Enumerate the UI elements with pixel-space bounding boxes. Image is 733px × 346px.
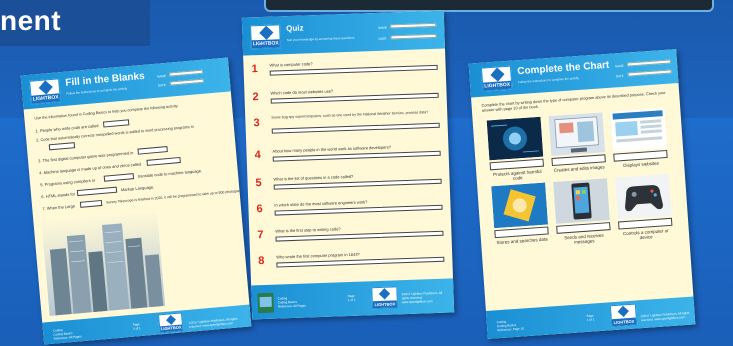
fill-in-the-blanks-sheet: LIGHTBOX Fill in the Blanks Follow the i… [20, 57, 252, 345]
blank-item: 3. The first digital computer game was p… [37, 150, 134, 164]
chart-caption: Displays websites [623, 160, 660, 169]
question-text: Which code do most websites use? [270, 88, 334, 96]
database-image [491, 182, 549, 229]
footer-page: Page 1 of 1 [348, 294, 356, 302]
question-text: In which state do the most software engi… [274, 199, 368, 208]
question-text: What is the first step to writing code? [275, 226, 341, 234]
chart-caption: Controls a computer or device [622, 228, 669, 241]
question-text: Who wrote the first computer program in … [276, 251, 360, 260]
image-editing-image [548, 112, 606, 157]
question-text: What is computer code? [269, 61, 313, 68]
blank-item: Markup Language. [120, 184, 155, 193]
footer-series: Coding Coding Basics Reference: All Page… [278, 296, 306, 308]
lightbox-logo: LIGHTBOX [480, 65, 513, 92]
question-number: 1 [251, 63, 258, 76]
chart-caption: Protects against harmful code [492, 168, 542, 181]
answer-box[interactable] [137, 146, 168, 155]
answer-box[interactable] [146, 156, 181, 166]
name-label: NAME [157, 73, 167, 79]
footer-logo: LIGHTBOX [371, 286, 399, 310]
virus-code-image [486, 116, 544, 161]
answer-box[interactable] [103, 173, 135, 182]
logo-diamond-icon [490, 67, 505, 82]
blank-item: 6. HTML stands for [41, 191, 76, 200]
logo-text: LIGHTBOX [160, 324, 183, 333]
blank-item: translate code to machine language. [137, 168, 203, 179]
date-label: DATE [615, 73, 624, 79]
footer-copyright: ©2017 Lightbox Publishers. All rights re… [401, 290, 443, 305]
question-text: Some bug spy supercomputers, such as one… [271, 110, 429, 120]
question-number: 2 [252, 91, 259, 104]
blank-item: 7. When the Large [42, 203, 76, 212]
answer-box[interactable] [76, 186, 118, 197]
question-number: 4 [254, 149, 261, 162]
footer-page-value: 1 of 1 [347, 297, 356, 303]
date-label: DATE [157, 82, 166, 88]
heading-panel: nent [0, 0, 150, 46]
logo-diamond-icon [617, 305, 629, 318]
footer-page: Page 1 of 1 [586, 313, 595, 322]
page-heading: nent [0, 5, 62, 36]
question-number: 5 [255, 177, 262, 190]
logo-text: LIGHTBOX [482, 80, 512, 91]
quiz-sheet: LIGHTBOX Quiz Test your knowledge by ans… [241, 10, 455, 320]
city-skyline-image [41, 210, 166, 316]
lightbox-logo: LIGHTBOX [29, 78, 62, 105]
date-label: DATE [378, 36, 387, 41]
footer-series: Coding Coding Basics Reference: Page 10 [497, 318, 524, 333]
blank-item: 1. People who write code are called [35, 122, 99, 134]
footer-page-value: 1 of 1 [586, 317, 595, 322]
chart-caption: Stores and searches data [496, 236, 548, 246]
logo-text: LIGHTBOX [372, 300, 397, 309]
logo-diamond-icon [378, 288, 391, 300]
question-number: 8 [258, 254, 265, 268]
name-label: NAME [615, 63, 624, 69]
answer-line[interactable] [271, 122, 440, 134]
logo-diamond-icon [259, 25, 274, 40]
footer-book-thumbnail [257, 292, 275, 314]
lightbox-logo: LIGHTBOX [250, 24, 281, 50]
logo-diamond-icon [166, 314, 176, 325]
game-controller-image [614, 173, 672, 220]
answer-box[interactable] [48, 142, 76, 151]
complete-the-chart-sheet: LIGHTBOX Complete the Chart Follow the i… [468, 49, 696, 339]
sheet-title: Quiz [286, 23, 304, 34]
logo-text: LIGHTBOX [31, 93, 61, 104]
question-text: What is the list of questions in a code … [273, 173, 354, 182]
logo-diamond-icon [38, 80, 53, 95]
footer-page-value: 1 of 1 [132, 326, 141, 331]
smartphone-image [553, 178, 610, 224]
blank-item: 5. Programs using compilers or [40, 177, 96, 188]
chart-caption: Sends and receives messages [564, 232, 604, 245]
screen-bezel [264, 0, 714, 12]
question-number: 7 [257, 228, 264, 242]
footer-logo: LIGHTBOX [609, 303, 638, 328]
answer-box[interactable] [79, 199, 103, 208]
footer-page: Page 1 of 1 [133, 322, 141, 331]
footer-series: Coding Coding Basics Reference: All Page… [53, 326, 82, 341]
question-number: 6 [256, 203, 263, 216]
answer-box[interactable] [102, 119, 130, 128]
name-label: NAME [378, 25, 387, 30]
chart-caption: Creates and edits images [553, 164, 605, 173]
logo-text: LIGHTBOX [611, 317, 637, 327]
website-image [610, 108, 667, 152]
logo-text: LIGHTBOX [251, 39, 280, 49]
question-number: 3 [253, 117, 260, 130]
footer-logo: LIGHTBOX [157, 312, 184, 334]
